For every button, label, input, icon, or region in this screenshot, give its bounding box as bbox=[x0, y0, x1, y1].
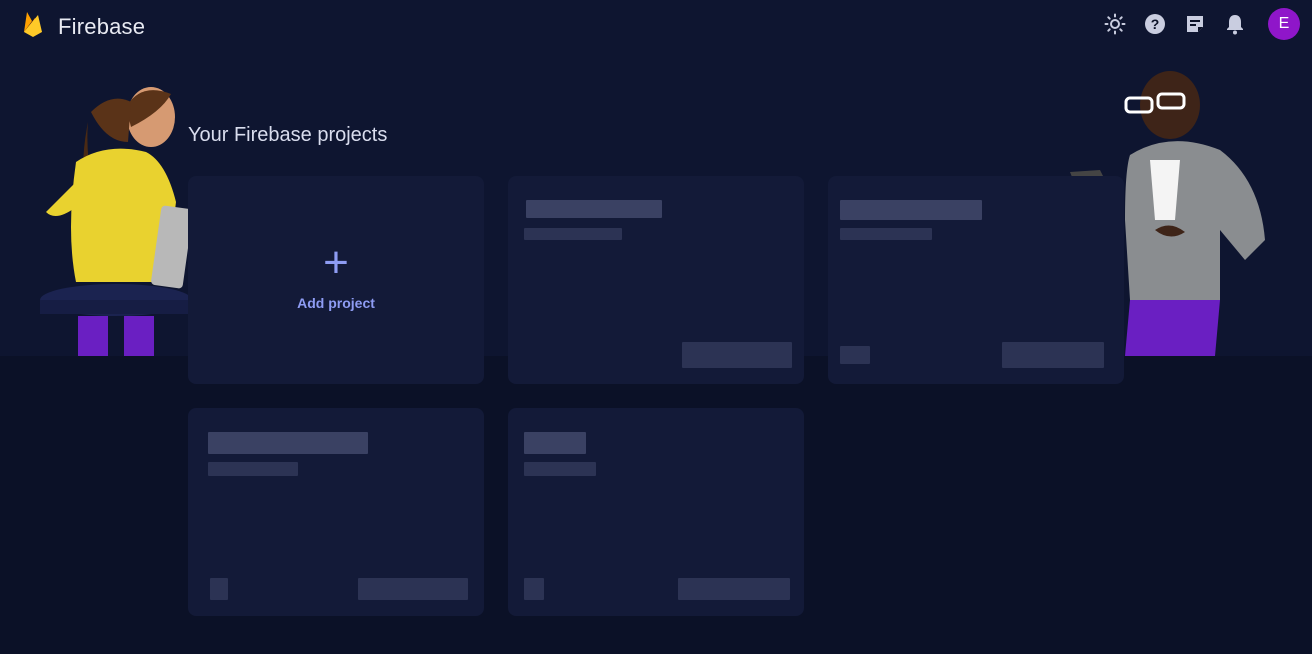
redacted-project-badge bbox=[524, 578, 544, 600]
svg-text:?: ? bbox=[1151, 16, 1160, 32]
redacted-project-name bbox=[208, 432, 368, 454]
bell-icon[interactable] bbox=[1224, 13, 1246, 35]
help-icon[interactable]: ? bbox=[1144, 13, 1166, 35]
brand[interactable]: Firebase bbox=[22, 10, 145, 43]
redacted-project-name bbox=[526, 200, 662, 218]
app-name: Firebase bbox=[58, 13, 146, 39]
redacted-project-badge bbox=[210, 578, 228, 600]
redacted-project-id bbox=[208, 462, 298, 476]
redacted-project-id bbox=[840, 228, 932, 240]
feedback-icon[interactable] bbox=[1184, 13, 1206, 35]
redacted-project-badge bbox=[840, 346, 870, 364]
add-project-card[interactable]: + Add project bbox=[188, 176, 484, 384]
redacted-project-name bbox=[524, 432, 586, 454]
sun-icon[interactable] bbox=[1104, 13, 1126, 35]
top-bar: Firebase ? E bbox=[0, 0, 1312, 50]
project-card[interactable] bbox=[188, 408, 484, 616]
project-card[interactable] bbox=[508, 408, 804, 616]
redacted-project-id bbox=[524, 228, 622, 240]
plus-icon: + bbox=[323, 238, 349, 287]
avatar[interactable]: E bbox=[1268, 8, 1300, 40]
page-title: Your Firebase projects bbox=[188, 124, 388, 146]
project-card[interactable] bbox=[508, 176, 804, 384]
topbar-actions: ? E bbox=[1104, 8, 1300, 40]
redacted-project-name bbox=[840, 200, 982, 220]
redacted-project-meta bbox=[682, 342, 792, 368]
add-project-label: Add project bbox=[297, 295, 375, 311]
redacted-project-meta bbox=[678, 578, 790, 600]
redacted-project-id bbox=[524, 462, 596, 476]
redacted-project-meta bbox=[358, 578, 468, 600]
firebase-flame-icon bbox=[22, 10, 44, 43]
illustration-woman-laptop bbox=[36, 82, 196, 356]
redacted-project-meta bbox=[1002, 342, 1104, 368]
project-card[interactable] bbox=[828, 176, 1124, 384]
